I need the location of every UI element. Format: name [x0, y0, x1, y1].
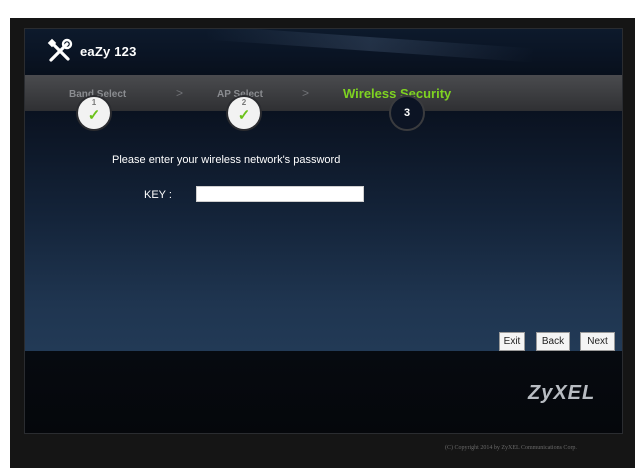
tools-icon	[47, 38, 73, 62]
main-panel	[25, 111, 622, 351]
chevron-right-icon: >	[302, 86, 310, 100]
screen: eaZy 123 Band Select > AP Select > Wirel…	[0, 0, 635, 468]
next-button[interactable]: Next	[580, 332, 615, 351]
password-prompt: Please enter your wireless network's pas…	[112, 154, 341, 166]
step-indicator-2: 2 ✓	[226, 95, 262, 131]
step-number: 3	[403, 107, 411, 119]
wizard-header: eaZy 123	[25, 29, 622, 75]
check-icon: ✓	[87, 107, 101, 124]
copyright-text: (C) Copyright 2014 by ZyXEL Communicatio…	[445, 445, 577, 451]
step-indicator-1: 1 ✓	[76, 95, 112, 131]
check-icon: ✓	[237, 107, 251, 124]
chevron-right-icon: >	[176, 86, 184, 100]
key-input[interactable]	[196, 186, 364, 202]
app-title: eaZy 123	[80, 44, 137, 59]
exit-button[interactable]: Exit	[499, 332, 525, 351]
brand-logo: ZyXEL	[528, 382, 596, 404]
wizard-window: eaZy 123 Band Select > AP Select > Wirel…	[24, 28, 623, 434]
header-sheen	[204, 29, 536, 63]
back-button[interactable]: Back	[536, 332, 570, 351]
key-label: KEY :	[144, 189, 172, 201]
step-indicator-3: 3	[389, 95, 425, 131]
steps-bar: Band Select > AP Select > Wireless Secur…	[25, 75, 622, 111]
